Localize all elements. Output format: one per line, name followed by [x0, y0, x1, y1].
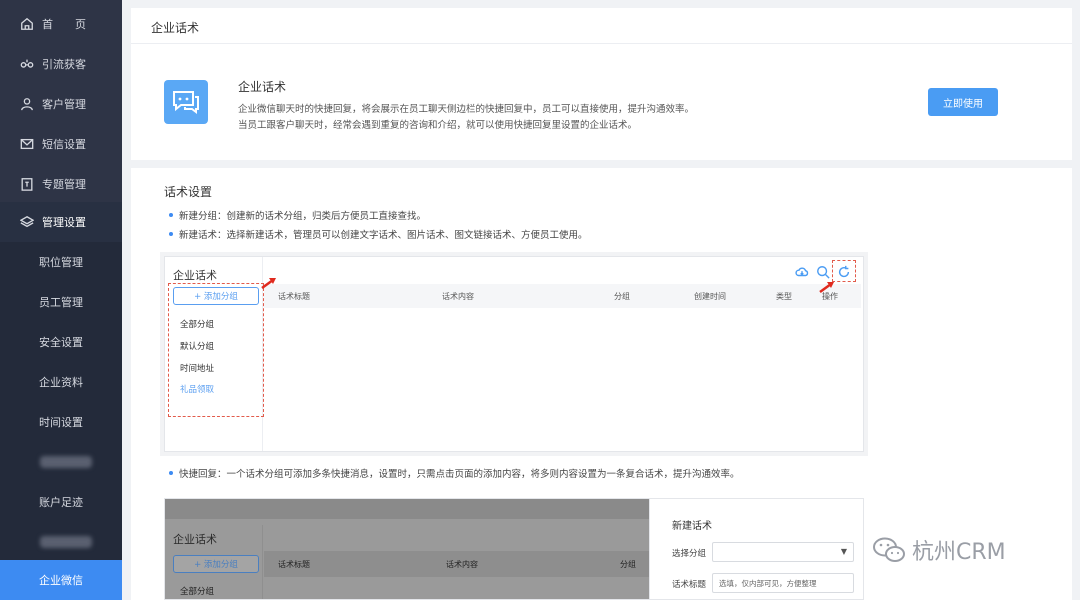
bullet-quick-reply: 快捷回复：一个话术分组可添加多条快捷消息，设置时，只需点击页面的添加内容，将多则… — [169, 466, 740, 480]
column-header-group: 分组 — [620, 560, 636, 569]
script-title-input[interactable]: 选填，仅内部可见，方便整理 — [712, 573, 854, 593]
redacted-label — [40, 536, 92, 548]
column-header-type: 类型 — [776, 292, 792, 301]
sidebar-item-topics[interactable]: 专题管理 — [0, 164, 122, 204]
add-group-button[interactable]: + 添加分组 — [173, 287, 259, 305]
form-title: 新建话术 — [672, 521, 712, 532]
clipboard-icon — [20, 177, 34, 191]
redacted-label — [40, 456, 92, 468]
new-script-form: 新建话术 选择分组 ▼ 话术标题 选填，仅内部可见，方便整理 — [649, 499, 863, 599]
arrow-pointer-icon — [818, 279, 838, 294]
bullet-new-group: 新建分组：创建新的话术分组，归类后方便员工直接查找。 — [169, 208, 426, 222]
page-header: 企业话术 — [131, 8, 1072, 44]
sidebar-subitem-label: 企业微信 — [39, 574, 83, 587]
column-header-title: 话术标题 — [278, 292, 310, 301]
watermark-text: 杭州CRM — [912, 540, 1006, 565]
page-title: 企业话术 — [151, 21, 200, 35]
link-icon — [20, 57, 34, 71]
home-icon — [20, 17, 34, 31]
sidebar-item-label: 管理设置 — [42, 216, 86, 229]
sidebar-subitem-positions[interactable]: 职位管理 — [0, 242, 122, 282]
refresh-icon[interactable] — [837, 264, 851, 278]
group-item-default[interactable]: 默认分组 — [180, 340, 214, 352]
sidebar-subitem-label: 员工管理 — [39, 296, 83, 309]
column-header-content: 话术内容 — [446, 560, 478, 569]
sidebar-subitem-time[interactable]: 时间设置 — [0, 402, 122, 442]
group-select[interactable]: ▼ — [712, 542, 854, 562]
use-now-button[interactable]: 立即使用 — [928, 88, 998, 116]
column-header-content: 话术内容 — [442, 292, 474, 301]
sidebar: 首 页 引流获客 客户管理 短信设置 专题管理 管理设置 职位管理 员工管理 安… — [0, 0, 122, 600]
sidebar-subitem-wecom[interactable]: 企业微信 — [0, 560, 122, 600]
chat-bubble-icon — [164, 80, 208, 124]
group-item-gift[interactable]: 礼品领取 — [180, 383, 214, 395]
group-item-time-address[interactable]: 时间地址 — [180, 362, 214, 374]
shot-title: 企业话术 — [173, 533, 217, 546]
sidebar-subitem-account-log[interactable]: 账户足迹 — [0, 482, 122, 522]
sidebar-subitem-label: 企业资料 — [39, 376, 83, 389]
settings-title: 话术设置 — [164, 185, 213, 199]
sidebar-subitem-security[interactable]: 安全设置 — [0, 322, 122, 362]
bullet-dot — [169, 471, 173, 475]
sidebar-item-label: 专题管理 — [42, 178, 86, 191]
sidebar-subitem-label: 安全设置 — [39, 336, 83, 349]
caret-down-icon: ▼ — [840, 547, 847, 556]
sidebar-subitem-label: 账户足迹 — [39, 496, 83, 509]
table-header: 话术标题 话术内容 分组 创建时间 类型 操作 — [264, 284, 861, 308]
sidebar-item-management[interactable]: 管理设置 — [0, 202, 122, 242]
column-header-group: 分组 — [614, 292, 630, 301]
sidebar-item-home[interactable]: 首 页 — [0, 4, 122, 44]
mail-icon — [20, 137, 34, 151]
sidebar-subitem-staff[interactable]: 员工管理 — [0, 282, 122, 322]
table-header: 话术标题 话术内容 分组 — [264, 551, 649, 577]
script-title-label: 话术标题 — [672, 580, 707, 590]
sidebar-subitem-redacted-2[interactable] — [0, 522, 122, 562]
select-group-label: 选择分组 — [672, 549, 707, 559]
sidebar-item-label: 短信设置 — [42, 138, 86, 151]
cloud-download-icon[interactable] — [795, 264, 809, 278]
bullet-text: 新建话术：选择新建话术，管理员可以创建文字话术、图片话术、图文链接话术、方便员工… — [179, 230, 588, 241]
shot-title: 企业话术 — [173, 269, 217, 282]
dimmed-topbar — [165, 499, 649, 519]
sidebar-item-sms[interactable]: 短信设置 — [0, 124, 122, 164]
sidebar-subitem-label: 职位管理 — [39, 256, 83, 269]
search-icon[interactable] — [816, 264, 830, 279]
intro-description-1: 企业微信聊天时的快捷回复，将会展示在员工聊天侧边栏的快捷回复中，员工可以直接使用… — [238, 104, 695, 115]
sidebar-item-customers[interactable]: 客户管理 — [0, 84, 122, 124]
sidebar-subitem-label: 时间设置 — [39, 416, 83, 429]
watermark: 杭州CRM — [872, 534, 1006, 566]
sidebar-item-label: 引流获客 — [42, 58, 86, 71]
bullet-text: 新建分组：创建新的话术分组，归类后方便员工直接查找。 — [179, 211, 427, 222]
example-screenshot-1: 企业话术 + 添加分组 全部分组 默认分组 时间地址 礼品领取 话术标题 话术内… — [164, 256, 864, 452]
sidebar-item-label: 客户管理 — [42, 98, 86, 111]
example-screenshot-2: 企业话术 + 添加分组 全部分组 话术标题 话术内容 分组 新建话术 选择分组 … — [164, 498, 864, 600]
arrow-pointer-icon — [260, 275, 280, 290]
sidebar-item-label: 首 页 — [42, 18, 86, 31]
group-item-all[interactable]: 全部分组 — [180, 318, 214, 330]
intro-card: 企业话术 企业微信聊天时的快捷回复，将会展示在员工聊天侧边栏的快捷回复中，员工可… — [131, 44, 1072, 160]
add-group-button[interactable]: + 添加分组 — [173, 555, 259, 573]
sidebar-subitem-company-info[interactable]: 企业资料 — [0, 362, 122, 402]
wechat-icon — [873, 537, 905, 562]
intro-description-2: 当员工跟客户聊天时，经常会遇到重复的咨询和介绍，就可以使用快捷回复里设置的企业话… — [238, 120, 638, 131]
bullet-new-script: 新建话术：选择新建话术，管理员可以创建文字话术、图片话术、图文链接话术、方便员工… — [169, 227, 588, 241]
bullet-text: 快捷回复：一个话术分组可添加多条快捷消息，设置时，只需点击页面的添加内容，将多则… — [179, 469, 740, 480]
layers-icon — [20, 215, 34, 229]
sidebar-subitem-redacted[interactable] — [0, 442, 122, 482]
column-header-title: 话术标题 — [278, 560, 310, 569]
user-icon — [20, 97, 34, 111]
bullet-dot — [169, 213, 173, 217]
bullet-dot — [169, 232, 173, 236]
intro-title: 企业话术 — [238, 80, 287, 94]
column-header-created: 创建时间 — [694, 292, 726, 301]
sidebar-item-lead[interactable]: 引流获客 — [0, 44, 122, 84]
group-item-all[interactable]: 全部分组 — [180, 585, 214, 597]
